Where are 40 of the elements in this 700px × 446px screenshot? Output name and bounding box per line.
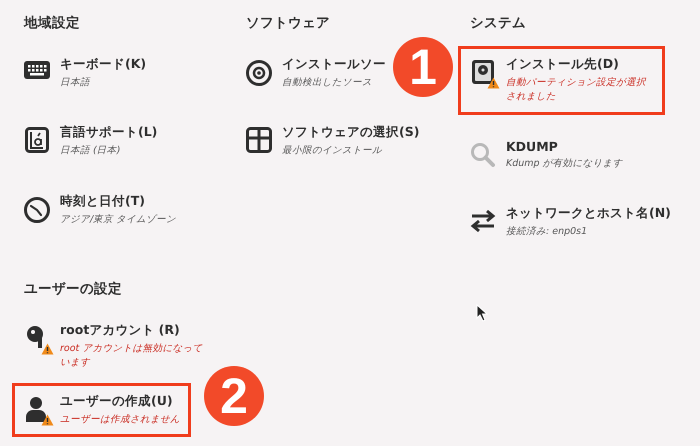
spoke-status: 接続済み: enp0s1 bbox=[506, 224, 588, 239]
callout-number: 2 bbox=[204, 366, 264, 426]
spoke-status: Kdump が有効になります bbox=[506, 156, 623, 170]
cursor-icon bbox=[476, 304, 488, 322]
spoke-title: 言語サポート(L) bbox=[60, 124, 158, 142]
spoke-item[interactable]: 時刻と日付(T) アジア/東京 タイムゾーン bbox=[12, 182, 188, 237]
package-icon bbox=[246, 127, 272, 154]
section-heading: ユーザーの設定 bbox=[24, 280, 122, 298]
spoke-item[interactable]: キーボード(K) 日本語 bbox=[12, 46, 158, 100]
spoke-title: インストールソー bbox=[282, 56, 386, 73]
spoke-item[interactable]: ネットワークとホスト名(N) 接続済み: enp0s1 bbox=[458, 194, 682, 249]
spoke-title: rootアカウント (R) bbox=[60, 322, 181, 339]
spoke-title: キーボード(K) bbox=[60, 56, 146, 73]
spoke-title: ソフトウェアの選択(S) bbox=[282, 124, 420, 142]
clock-icon bbox=[23, 196, 51, 224]
user-icon bbox=[25, 396, 49, 422]
spoke-status: 日本語 bbox=[60, 76, 92, 90]
spoke-title: ネットワークとホスト名(N) bbox=[506, 204, 671, 222]
spoke-title: ユーザーの作成(U) bbox=[60, 392, 174, 410]
spoke-status: アジア/東京 タイムゾーン bbox=[60, 212, 176, 226]
spoke-item[interactable]: 言語サポート(L) 日本語 (日本) bbox=[12, 114, 168, 168]
section-heading: 地域設定 bbox=[24, 14, 80, 32]
spoke-status: 自動パーティション設定が選択されました bbox=[506, 76, 648, 104]
arrows-icon bbox=[469, 208, 497, 234]
spoke-title: KDUMP bbox=[506, 138, 559, 154]
spoke-status: ユーザーは作成されません bbox=[60, 412, 180, 426]
section-heading: ソフトウェア bbox=[246, 14, 330, 32]
spoke-status: 最小限のインストール bbox=[282, 144, 383, 158]
spoke-item[interactable]: ソフトウェアの選択(S) 最小限のインストール bbox=[234, 114, 430, 168]
search-icon bbox=[470, 142, 496, 168]
section-heading: システム bbox=[470, 14, 526, 32]
spoke-title: 時刻と日付(T) bbox=[60, 192, 146, 210]
callout-number: 1 bbox=[393, 37, 453, 97]
disc-icon bbox=[245, 59, 273, 87]
spoke-title: インストール先(D) bbox=[506, 56, 620, 73]
spoke-item[interactable]: KDUMP Kdump が有効になります bbox=[458, 128, 634, 181]
spoke-status: 自動検出したソース bbox=[282, 76, 373, 90]
keyboard-icon bbox=[23, 59, 51, 81]
spoke-status: 日本語 (日本) bbox=[60, 144, 122, 158]
language-icon bbox=[25, 127, 49, 154]
